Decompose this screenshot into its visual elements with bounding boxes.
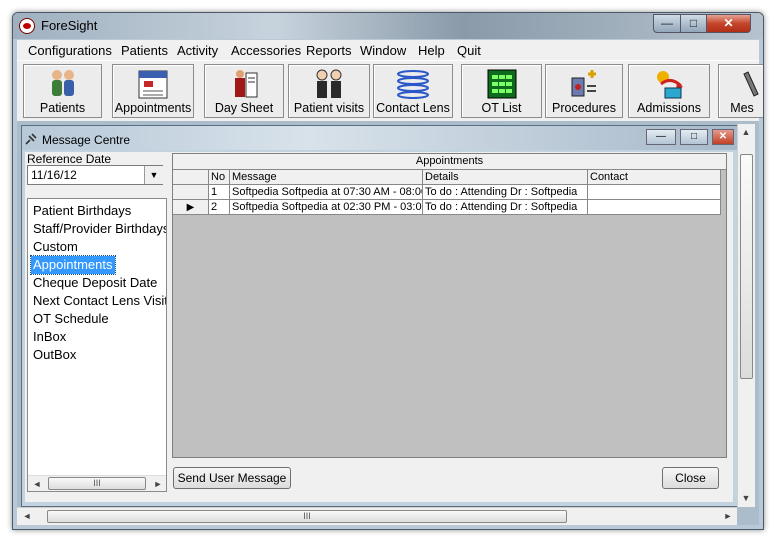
window-title: ForeSight (41, 18, 98, 33)
title-bar[interactable]: ForeSight — □ ✕ (13, 13, 763, 39)
table-row-no[interactable]: 1 (209, 185, 230, 200)
column-header-details[interactable]: Details (423, 170, 588, 185)
list-horizontal-scrollbar[interactable]: ◄ III ► (28, 475, 166, 491)
admissions-icon (657, 71, 683, 99)
menu-reports[interactable]: Reports (306, 43, 352, 58)
table-row-details[interactable]: To do : Attending Dr : Softpedia (423, 200, 588, 215)
messages-label: Mes (730, 101, 754, 115)
message-centre-title: Message Centre (42, 133, 131, 147)
contact-lens-label: Contact Lens (376, 101, 450, 115)
list-item-ot-schedule[interactable]: OT Schedule (31, 310, 111, 328)
appointments-label: Appointments (114, 101, 192, 115)
menu-accessories[interactable]: Accessories (231, 43, 301, 58)
grid-caption: Appointments (173, 154, 726, 170)
table-row-message[interactable]: Softpedia Softpedia at 07:30 AM - 08:00 (230, 185, 423, 200)
ot-list-button[interactable]: OT List (461, 64, 542, 118)
current-row-indicator-icon[interactable]: ▶ (173, 200, 209, 215)
ot-list-icon (487, 69, 516, 99)
grid-corner (173, 170, 209, 185)
foresight-eye-icon (19, 18, 35, 34)
list-item-custom[interactable]: Custom (31, 238, 80, 256)
calendar-icon (138, 70, 168, 99)
table-row-no[interactable]: 2 (209, 200, 230, 215)
patients-icon (51, 70, 74, 96)
patient-visits-icon (316, 69, 342, 98)
contact-lens-button[interactable]: Contact Lens (373, 64, 453, 118)
mdi-workspace: Message Centre — □ ✕ Reference Date 11/1… (17, 121, 759, 525)
toolbar: Patients Appointments Day Sheet Patient … (17, 60, 763, 122)
minimize-button[interactable]: — (653, 14, 681, 33)
close-window-button[interactable]: ✕ (706, 14, 751, 33)
column-header-message[interactable]: Message (230, 170, 423, 185)
message-category-list[interactable]: Patient Birthdays Staff/Provider Birthda… (27, 198, 167, 492)
workspace-horizontal-scrollbar[interactable]: ◄ III ► (17, 507, 737, 525)
list-item-staff-provider-birthdays[interactable]: Staff/Provider Birthdays (31, 220, 166, 238)
day-sheet-button[interactable]: Day Sheet (204, 64, 284, 118)
satellite-icon (25, 133, 37, 145)
list-item-cheque-deposit-date[interactable]: Cheque Deposit Date (31, 274, 159, 292)
menu-help[interactable]: Help (418, 43, 445, 58)
workspace-vscroll-thumb[interactable] (740, 154, 753, 379)
list-item-outbox[interactable]: OutBox (31, 346, 78, 364)
table-row-contact[interactable] (588, 200, 721, 215)
menu-patients[interactable]: Patients (121, 43, 168, 58)
procedures-button[interactable]: Procedures (545, 64, 623, 118)
list-item-patient-birthdays[interactable]: Patient Birthdays (31, 202, 133, 220)
table-row-details[interactable]: To do : Attending Dr : Softpedia (423, 185, 588, 200)
reference-date-input[interactable]: 11/16/12 (27, 165, 163, 185)
send-user-message-button[interactable]: Send User Message (173, 467, 291, 489)
close-button[interactable]: Close (662, 467, 719, 489)
day-sheet-icon (235, 70, 258, 98)
menu-bar: Configurations Patients Activity Accesso… (17, 40, 759, 60)
patients-label: Patients (39, 101, 86, 115)
workspace-vertical-scrollbar[interactable]: ▲ ▼ (737, 124, 755, 507)
child-close-button[interactable]: ✕ (712, 129, 734, 145)
column-header-contact[interactable]: Contact (588, 170, 721, 185)
maximize-button[interactable]: □ (680, 14, 707, 33)
list-item-inbox[interactable]: InBox (31, 328, 68, 346)
reference-date-label: Reference Date (27, 152, 112, 166)
list-item-appointments[interactable]: Appointments (30, 255, 116, 275)
admissions-label: Admissions (637, 101, 701, 115)
menu-window[interactable]: Window (360, 43, 406, 58)
message-centre-titlebar[interactable]: Message Centre — □ ✕ (22, 126, 738, 150)
day-sheet-label: Day Sheet (214, 101, 274, 115)
workspace-hscroll-thumb[interactable]: III (47, 510, 567, 523)
reference-date-dropdown[interactable]: ▼ (144, 166, 163, 184)
contact-lens-icon (397, 70, 429, 99)
menu-activity[interactable]: Activity (177, 43, 218, 58)
ot-list-label: OT List (481, 101, 522, 115)
child-restore-button[interactable]: □ (680, 129, 708, 145)
message-centre-client: Reference Date 11/16/12 ▼ Patient Birthd… (25, 152, 733, 502)
table-row-contact[interactable] (588, 185, 721, 200)
message-centre-window: Message Centre — □ ✕ Reference Date 11/1… (21, 125, 739, 507)
patient-visits-button[interactable]: Patient visits (288, 64, 370, 118)
list-item-next-contact-lens-visit[interactable]: Next Contact Lens Visit (31, 292, 166, 310)
admissions-button[interactable]: Admissions (628, 64, 710, 118)
messages-button[interactable]: Mes (718, 64, 763, 118)
appointments-grid: Appointments No Message Details Contact … (172, 153, 727, 458)
foresight-main-window: ForeSight — □ ✕ Configurations Patients … (12, 12, 764, 530)
menu-quit[interactable]: Quit (457, 43, 481, 58)
scroll-left-icon[interactable]: ◄ (19, 508, 35, 524)
column-header-no[interactable]: No (209, 170, 230, 185)
patients-button[interactable]: Patients (23, 64, 102, 118)
message-icon (743, 71, 759, 97)
scroll-right-icon[interactable]: ► (720, 508, 736, 524)
list-scroll-thumb[interactable]: III (48, 477, 146, 490)
scroll-up-icon[interactable]: ▲ (738, 124, 754, 140)
scroll-down-icon[interactable]: ▼ (738, 490, 754, 506)
table-row-message[interactable]: Softpedia Softpedia at 02:30 PM - 03:00 (230, 200, 423, 215)
child-minimize-button[interactable]: — (646, 129, 676, 145)
menu-configurations[interactable]: Configurations (28, 43, 112, 58)
procedures-icon (571, 70, 596, 97)
chevron-down-icon: ▼ (149, 170, 159, 180)
procedures-label: Procedures (552, 101, 616, 115)
row-indicator[interactable] (173, 185, 209, 200)
scroll-left-icon[interactable]: ◄ (29, 476, 45, 491)
patient-visits-label: Patient visits (293, 101, 365, 115)
appointments-button[interactable]: Appointments (112, 64, 194, 118)
scroll-right-icon[interactable]: ► (150, 476, 166, 491)
